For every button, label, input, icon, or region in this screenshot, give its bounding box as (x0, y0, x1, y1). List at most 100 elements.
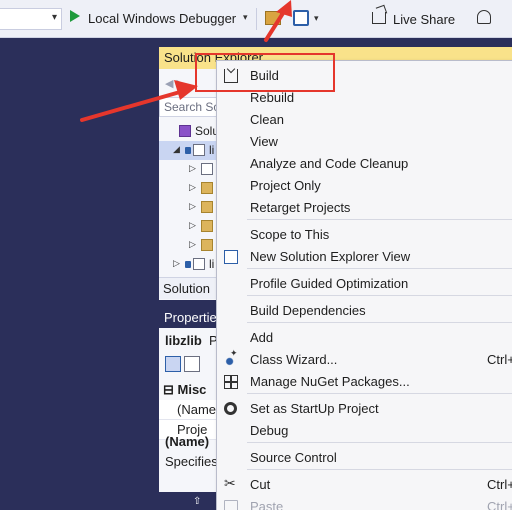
menu-item-debug[interactable]: Debug (217, 420, 512, 442)
references-icon (201, 163, 213, 175)
property-grid: ⊟ Misc (Name Proje (159, 380, 219, 440)
menu-item-view[interactable]: View (217, 131, 512, 153)
chevron-down-icon: ▾ (51, 12, 57, 23)
tree-item-project[interactable]: ▷ li (159, 255, 219, 274)
menu-item-label: Manage NuGet Packages... (250, 374, 410, 389)
categorized-icon[interactable] (165, 356, 181, 372)
toolbar-divider (256, 8, 257, 30)
menu-item-label: Class Wizard... (250, 352, 338, 367)
menu-separator (247, 393, 512, 394)
gear-icon (224, 402, 237, 415)
menu-item-project-only[interactable]: Project Only (217, 175, 512, 197)
tree-item-folder[interactable]: ▷ (159, 179, 219, 198)
expand-arrow-icon[interactable]: ▷ (189, 201, 196, 212)
lock-icon (185, 147, 191, 154)
tree-item-label: li (209, 143, 215, 157)
context-menu: Build Rebuild Clean View Analyze and Code Cl… (216, 60, 512, 510)
expand-arrow-icon[interactable]: ▷ (189, 182, 196, 193)
menu-item-retarget-projects[interactable]: Retarget Projects (217, 197, 512, 219)
property-row[interactable]: (Name (159, 400, 219, 420)
menu-item-shortcut: Ctrl+ (487, 499, 512, 510)
menu-separator (247, 268, 512, 269)
menu-item-label: Set as StartUp Project (250, 401, 379, 416)
menu-item-label: Clean (250, 112, 284, 127)
scissors-icon (224, 475, 238, 492)
chevron-down-icon[interactable]: ▾ (314, 13, 319, 24)
menu-item-set-as-startup-project[interactable]: Set as StartUp Project (217, 398, 512, 420)
category-label: Misc (177, 382, 207, 397)
run-debugger-button[interactable]: Local Windows Debugger (88, 11, 236, 26)
solution-icon (179, 125, 191, 137)
play-icon[interactable] (70, 10, 80, 22)
tree-item-folder[interactable]: ▷ (159, 198, 219, 217)
menu-separator (247, 219, 512, 220)
nuget-icon (224, 375, 238, 389)
live-share-button[interactable]: Live Share (393, 12, 455, 27)
menu-item-clean[interactable]: Clean (217, 109, 512, 131)
expand-arrow-icon[interactable]: ▷ (173, 258, 180, 269)
properties-panel: Properties libzlib P ⊟ Misc (Name Proje … (159, 306, 219, 492)
expand-arrow-icon[interactable]: ▷ (189, 163, 196, 174)
expand-arrow-icon[interactable]: ▷ (189, 220, 196, 231)
menu-item-analyze-and-code-cleanup[interactable]: Analyze and Code Cleanup (217, 153, 512, 175)
live-share-icon[interactable] (372, 12, 386, 24)
menu-item-profile-guided-optimization[interactable]: Profile Guided Optimization (217, 273, 512, 295)
menu-item-source-control[interactable]: Source Control (217, 447, 512, 469)
menu-item-manage-nuget-packages[interactable]: Manage NuGet Packages... (217, 371, 512, 393)
tree-item-project[interactable]: ◢ li (159, 141, 219, 160)
chevron-down-icon[interactable]: ▾ (243, 12, 248, 23)
solution-search-input[interactable]: Search So (159, 97, 219, 117)
property-description-title: (Name) (165, 434, 210, 449)
new-view-icon (224, 250, 238, 264)
solution-tree: Solu ◢ li ▷ ▷ ▷ ▷ ▷ ▷ li (159, 122, 219, 274)
properties-title: Properties (159, 306, 219, 328)
property-category[interactable]: ⊟ Misc (159, 380, 219, 400)
folder-icon[interactable] (265, 11, 281, 25)
menu-item-paste: Paste Ctrl+ (217, 496, 512, 510)
tree-item-folder[interactable]: ▷ (159, 236, 219, 255)
menu-item-label: Scope to This (250, 227, 330, 242)
menu-item-scope-to-this[interactable]: Scope to This (217, 224, 512, 246)
menu-separator (247, 322, 512, 323)
solution-explorer-tab[interactable]: Solution (159, 277, 219, 299)
expand-arrow-icon[interactable]: ◢ (173, 144, 180, 155)
menu-separator (247, 469, 512, 470)
tree-item-solution[interactable]: Solu (159, 122, 219, 141)
menu-item-build-dependencies[interactable]: Build Dependencies (217, 300, 512, 322)
menu-item-class-wizard[interactable]: Class Wizard... Ctrl+ (217, 348, 512, 371)
menu-item-new-solution-explorer-view[interactable]: New Solution Explorer View (217, 246, 512, 268)
person-icon[interactable] (477, 10, 491, 24)
folder-icon (201, 201, 213, 213)
menu-separator (247, 295, 512, 296)
menu-item-label: Source Control (250, 450, 337, 465)
alphabetical-icon[interactable] (184, 356, 200, 372)
solution-config-combo[interactable]: ▾ (0, 8, 62, 30)
menu-item-label: Rebuild (250, 90, 295, 105)
menu-item-shortcut: Ctrl+ (487, 352, 512, 367)
folder-icon (201, 239, 213, 251)
window-icon[interactable] (293, 10, 309, 26)
project-icon (193, 144, 205, 156)
folder-icon (201, 182, 213, 194)
main-toolbar: ▾ Local Windows Debugger ▾ ▾ Live Share (0, 0, 512, 38)
lock-icon (185, 261, 191, 268)
menu-item-cut[interactable]: Cut Ctrl+ (217, 474, 512, 496)
menu-item-label: Debug (250, 423, 289, 438)
highlight-box (195, 53, 335, 92)
menu-item-add[interactable]: Add (217, 327, 512, 349)
menu-separator (247, 442, 512, 443)
tree-item-references[interactable]: ▷ (159, 160, 219, 179)
menu-item-label: New Solution Explorer View (250, 249, 411, 264)
properties-toolbar (165, 356, 215, 374)
expand-arrow-icon[interactable]: ▷ (189, 239, 196, 250)
menu-item-label: Paste (250, 499, 284, 510)
menu-item-label: Profile Guided Optimization (250, 276, 409, 291)
tree-item-folder[interactable]: ▷ (159, 217, 219, 236)
menu-item-label: Retarget Projects (250, 200, 351, 215)
properties-object-name[interactable]: libzlib (165, 333, 202, 348)
menu-item-label: Analyze and Code Cleanup (250, 156, 409, 171)
paste-icon (224, 500, 238, 510)
menu-item-shortcut: Ctrl+ (487, 477, 512, 492)
class-wizard-icon (224, 348, 238, 367)
folder-icon (201, 220, 213, 232)
